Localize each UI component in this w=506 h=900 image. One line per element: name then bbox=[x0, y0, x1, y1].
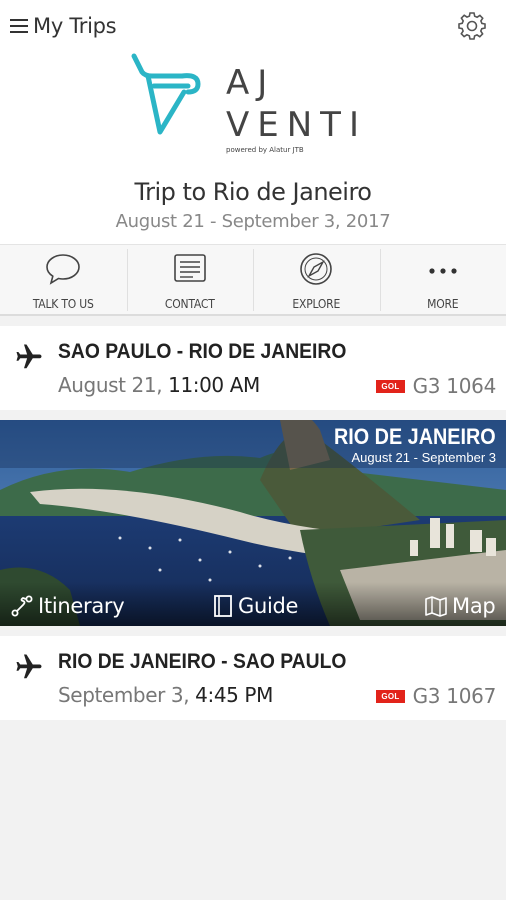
more-label: MORE bbox=[427, 297, 459, 311]
my-trips-label: My Trips bbox=[33, 14, 117, 38]
guide-label: Guide bbox=[238, 594, 299, 618]
map-icon bbox=[425, 596, 447, 617]
itinerary-route-icon bbox=[11, 595, 33, 617]
talk-to-us-label: TALK TO US bbox=[32, 297, 94, 311]
itinerary-button[interactable]: Itinerary bbox=[10, 594, 125, 618]
destination-card[interactable]: RIO DE JANEIRO August 21 - September 3 I… bbox=[0, 420, 506, 626]
destination-name: RIO DE JANEIRO bbox=[334, 424, 496, 449]
guide-book-icon bbox=[214, 595, 232, 617]
airline-logo: GOL bbox=[376, 689, 405, 703]
map-label: Map bbox=[452, 594, 496, 618]
contact-button[interactable]: CONTACT bbox=[126, 245, 254, 314]
my-trips-menu-button[interactable]: My Trips bbox=[10, 12, 117, 40]
flight-date: August 21, 11:00 AM bbox=[58, 373, 260, 397]
guide-button[interactable]: Guide bbox=[212, 594, 298, 618]
airplane-icon bbox=[16, 654, 42, 679]
compass-icon bbox=[300, 253, 333, 285]
more-button[interactable]: MORE bbox=[379, 245, 506, 314]
flight-info: GOL G3 1064 bbox=[376, 374, 496, 398]
flight-date: September 3, 4:45 PM bbox=[58, 683, 273, 707]
airline-logo: GOL bbox=[376, 379, 405, 393]
flight-info: GOL G3 1067 bbox=[376, 684, 496, 708]
flight-time: 4:45 PM bbox=[195, 683, 273, 707]
app-screen: My Trips AJ VENTI powered by Alatur JTB … bbox=[0, 0, 506, 900]
contact-card-icon bbox=[173, 254, 206, 282]
flight-card[interactable]: SAO PAULO - RIO DE JANEIRO August 21, 11… bbox=[0, 326, 506, 410]
speech-bubble-icon bbox=[46, 254, 81, 285]
hamburger-icon bbox=[10, 19, 28, 33]
explore-button[interactable]: EXPLORE bbox=[253, 245, 380, 314]
flight-route: SAO PAULO - RIO DE JANEIRO bbox=[58, 340, 347, 363]
svg-text:powered by Alatur JTB: powered by Alatur JTB bbox=[226, 146, 304, 154]
map-button[interactable]: Map bbox=[424, 594, 496, 618]
itinerary-label: Itinerary bbox=[38, 594, 125, 618]
airplane-icon bbox=[16, 344, 42, 369]
more-dots-icon bbox=[429, 268, 457, 274]
destination-header: RIO DE JANEIRO August 21 - September 3 bbox=[0, 420, 506, 468]
action-toolbar: TALK TO US CONTACT EXPLORE MORE bbox=[0, 244, 506, 316]
flight-time: 11:00 AM bbox=[168, 373, 260, 397]
contact-label: CONTACT bbox=[164, 297, 215, 311]
trip-title: Trip to Rio de Janeiro bbox=[134, 178, 373, 206]
flight-number: G3 1067 bbox=[412, 684, 497, 708]
svg-text:VENTI: VENTI bbox=[226, 105, 367, 145]
aj-venti-logo: AJ VENTI powered by Alatur JTB bbox=[131, 53, 367, 154]
flight-card[interactable]: RIO DE JANEIRO - SAO PAULO September 3, … bbox=[0, 636, 506, 720]
gear-icon[interactable] bbox=[456, 10, 488, 42]
svg-text:AJ: AJ bbox=[226, 63, 275, 103]
flight-number: G3 1064 bbox=[412, 374, 497, 398]
flight-route: RIO DE JANEIRO - SAO PAULO bbox=[58, 650, 347, 673]
trip-dates: August 21 - September 3, 2017 bbox=[115, 211, 391, 232]
destination-dates: August 21 - September 3 bbox=[351, 450, 496, 465]
explore-label: EXPLORE bbox=[292, 297, 341, 311]
header: My Trips AJ VENTI powered by Alatur JTB … bbox=[0, 0, 506, 244]
talk-to-us-button[interactable]: TALK TO US bbox=[0, 245, 127, 314]
